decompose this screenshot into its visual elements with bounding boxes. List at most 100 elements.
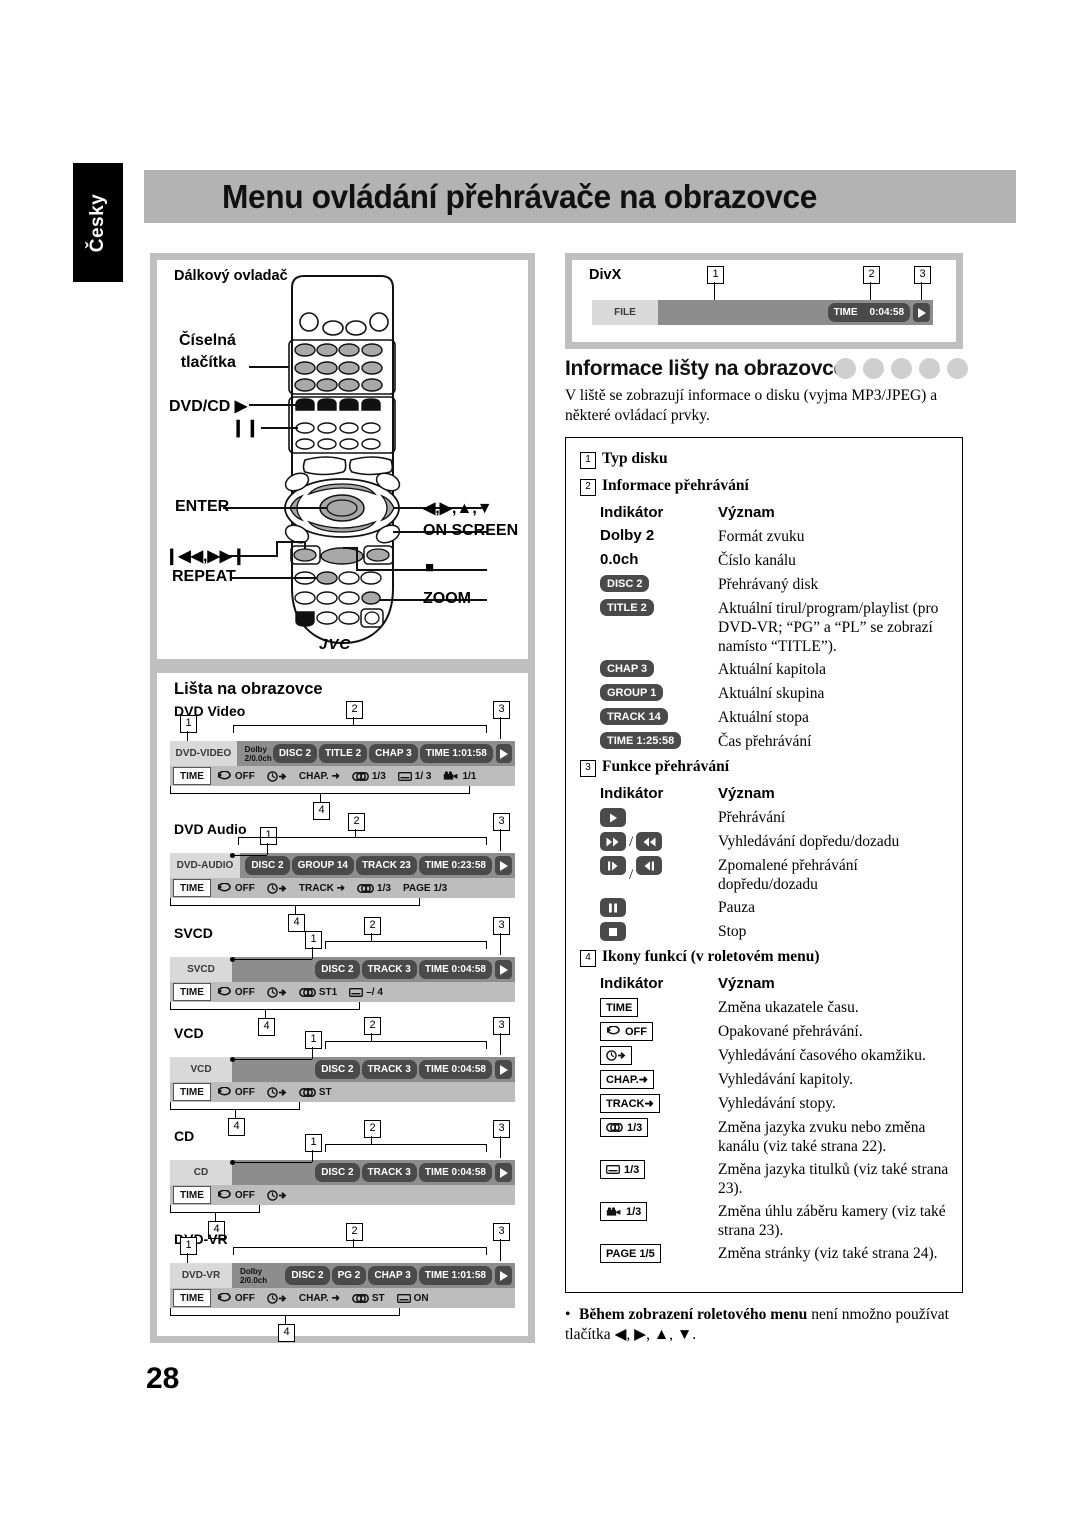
meaning-text: Přehrávaný disk [718,576,819,593]
meaning-text: Vyhledávání dopředu/dozadu [718,833,900,850]
indicator-box-label: PAGE 1/5 [606,1247,655,1260]
function-icon-label: TIME [180,882,204,894]
meaning-text: Změna stránky (viz také strana 24). [718,1245,938,1262]
callout-4-brace [170,1308,400,1316]
callout-2: 2 [364,1017,381,1035]
osd-bar: DVD-VR Dolby 2/0.0ch DISC 2 PG 2 CHAP 3 TIME 1… [170,1263,515,1308]
callout-2: 2 [346,701,363,719]
subtitle-icon [606,1165,620,1174]
audio-format-label: Dolby 2/0.0ch [237,741,272,766]
indicator-pill: TITLE 2 [600,599,654,616]
function-icon-label: TIME [180,1086,204,1098]
meaning-text: Přehrávání [718,809,786,826]
indicator-pill: GROUP 1 [600,684,664,701]
note-bold-text: Během zobrazení roletového menu [579,1306,808,1323]
playback-info-pill: DISC 2 [315,1163,360,1182]
function-icon-cell: OFF [211,1084,261,1100]
indicator-box: 1/3 [600,1160,646,1179]
disc-type-tag: DVD-VR [170,1263,232,1288]
repeat-icon [217,882,231,891]
function-icon-label: OFF [234,1292,255,1304]
osd-bar: CD DISC 2 TRACK 3 TIME 0:04:58 TIME OFF [170,1160,515,1205]
repeat-icon [217,770,231,779]
table-row: / [600,854,710,896]
playback-info-pill: GROUP 14 [291,856,354,875]
callout-2-brace [233,1247,487,1255]
callout-4-brace [170,786,470,794]
callout-1: 1 [305,931,322,949]
callout-4-leader [235,1110,236,1118]
playback-info-pill: TITLE 2 [319,744,368,763]
indicator-box: 1/3 [600,1202,648,1221]
divx-osd-bar: FILE TIME 0:04:58 [592,300,933,325]
separator-slash: / [629,866,634,883]
function-icon-label: 1/3 [371,770,386,782]
disc-type-icon [835,358,856,379]
function-icon-cell: TIME [173,1186,211,1204]
meaning-text: Změna ukazatele času. [718,999,859,1016]
function-icon-label: TIME [180,1189,204,1201]
osd-bar: DVD-AUDIO DISC 2 GROUP 14 TRACK 23 TIME 0:23… [170,853,515,898]
table-row: TIME [600,996,710,1020]
function-icon-label: OFF [234,986,255,998]
callout-3-leader [500,933,501,955]
callout-4-leader [285,1316,286,1324]
osd-bar-info-row: DVD-VIDEO Dolby 2/0.0ch DISC 2 TITLE 2 CHAP 3… [170,741,515,766]
function-icon-label: OFF [234,882,255,894]
callout-1-leader [312,1047,313,1059]
dropdown-menu-note: • Během zobrazení roletového menu není nm… [565,1305,965,1345]
function-icon-cell: PAGE 1/3 [397,880,453,896]
column-header-meaning: Význam [718,504,775,521]
indicator-pill: TIME 1:25:58 [600,732,682,749]
playback-info-pill: DISC 2 [272,744,318,763]
info-group-number: 3 [580,760,596,777]
callout-4-leader [265,1010,266,1018]
indicator-pill: DISC 2 [600,575,650,592]
meaning-text: Stop [718,923,747,940]
label-on-screen: ON SCREEN [423,522,519,539]
callout-1-leader-h [232,959,312,960]
bars-host: DVD Video DVD-VIDEO Dolby 2/0.0ch DISC 2 TITL… [157,673,528,1342]
playback-info-pill: TIME 1:01:58 [419,744,493,763]
dolby-line-2: 2/0.0ch [240,1275,268,1285]
osd-bar-function-row: TIME OFF ST [170,1082,515,1102]
callout-1-leader [187,1253,188,1263]
playback-info-pill: TRACK 23 [355,856,417,875]
indicator-label: 0.0ch [600,551,639,568]
callout-4-leader [320,794,321,802]
table-row: 1/3 [600,1116,710,1158]
function-icon-cell: ST [293,1084,338,1100]
callout-2: 2 [346,1223,363,1241]
clock-arrow-icon [267,1086,287,1098]
clock-arrow-icon [267,1292,287,1304]
disc-type-tag: SVCD [170,957,232,982]
function-icon-cell: ST [346,1290,391,1306]
function-icon-cell: ON [391,1290,435,1306]
info-table-box: 1 Typ disku 2 Informace přehrávání Indikátor… [565,437,963,1293]
callout-4-brace [170,1102,300,1110]
info-group-number: 4 [580,950,596,967]
pause-icon [600,898,626,917]
table-row: GROUP 1 [600,682,710,706]
indicator-box [600,1046,632,1065]
callout-1-dot [230,1057,235,1062]
function-icon-label: ST [318,1086,332,1098]
repeat-icon [217,1189,231,1198]
playback-info-pill: TIME 1:01:58 [418,1266,492,1285]
separator-slash: / [629,833,634,850]
callout-1-leader [312,1150,313,1162]
callout-2: 2 [348,813,365,831]
function-icon-label: ST1 [318,986,338,998]
callout-4-leader [215,1213,216,1221]
column-header-meaning: Význam [718,785,775,802]
dolby-line-1: Dolby [240,1266,263,1276]
function-icon-cell: –/ 4 [343,984,389,1000]
indicator-box: 1/3 [600,1118,649,1137]
function-icon-cell [261,1187,293,1203]
label-skip: ❙◀◀,▶▶❙ [165,548,246,565]
divx-panel: DivX 1 2 3 FILE TIME 0:04:58 [565,253,963,349]
play-icon [495,1060,512,1079]
remote-control-panel: Dálkový ovladač Číselná tlačítka DVD/CD … [150,253,535,666]
slow-forward-icon [608,861,618,870]
playback-info-pill: TIME 0:04:58 [418,1163,492,1182]
